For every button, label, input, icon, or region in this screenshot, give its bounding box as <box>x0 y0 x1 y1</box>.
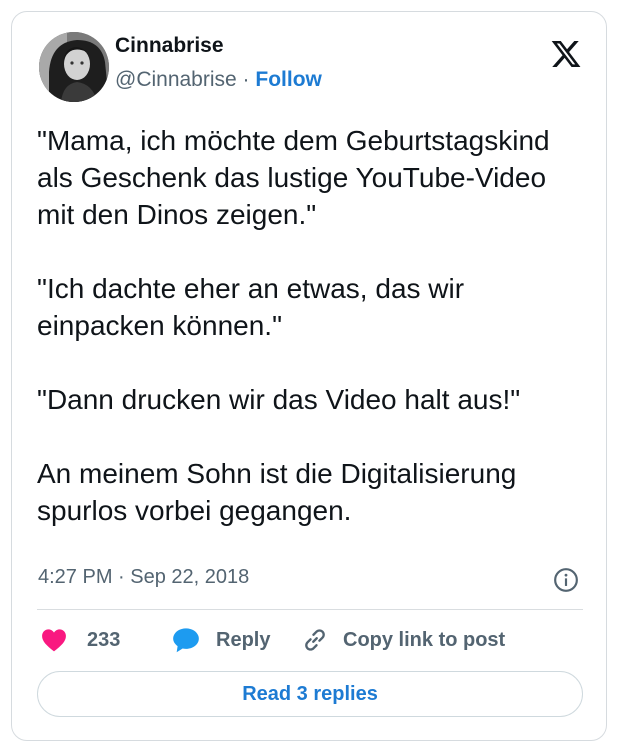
copy-link-button[interactable]: Copy link to post <box>301 624 505 656</box>
author-handle[interactable]: @Cinnabrise <box>115 68 237 91</box>
link-icon <box>305 629 325 651</box>
tweet-card: Cinnabrise @Cinnabrise · Follow "Mama, i… <box>11 11 607 741</box>
reply-button[interactable]: Reply <box>172 624 270 656</box>
like-count: 233 <box>87 628 121 651</box>
x-logo-icon[interactable] <box>549 38 583 70</box>
like-button[interactable]: 233 <box>41 624 120 656</box>
info-icon[interactable] <box>553 567 579 593</box>
divider <box>37 609 583 610</box>
read-replies-button[interactable]: Read 3 replies <box>37 671 583 717</box>
tweet-timestamp[interactable]: 4:27 PM · Sep 22, 2018 <box>38 566 249 589</box>
tweet-paragraph: "Mama, ich möchte dem Geburtstagskind al… <box>37 125 550 230</box>
speech-bubble-icon <box>173 628 199 653</box>
tweet-paragraph: An meinem Sohn ist die Digitalisierung s… <box>37 458 517 526</box>
follow-button[interactable]: Follow <box>255 68 322 91</box>
reply-label: Reply <box>216 628 271 651</box>
tweet-paragraph: "Dann drucken wir das Video halt aus!" <box>37 384 521 415</box>
handle-separator: · <box>236 68 256 91</box>
heart-icon <box>42 629 66 652</box>
avatar-photo <box>39 32 109 102</box>
avatar[interactable] <box>39 32 109 102</box>
tweet-text: "Mama, ich möchte dem Geburtstagskind al… <box>37 122 582 529</box>
action-bar: 233 Reply Copy link to post <box>37 624 583 656</box>
tweet-paragraph: "Ich dachte eher an etwas, das wir einpa… <box>37 273 465 341</box>
author-handle-line: @Cinnabrise · Follow <box>115 68 322 92</box>
copy-link-label: Copy link to post <box>343 628 506 651</box>
author-display-name[interactable]: Cinnabrise <box>115 34 224 58</box>
